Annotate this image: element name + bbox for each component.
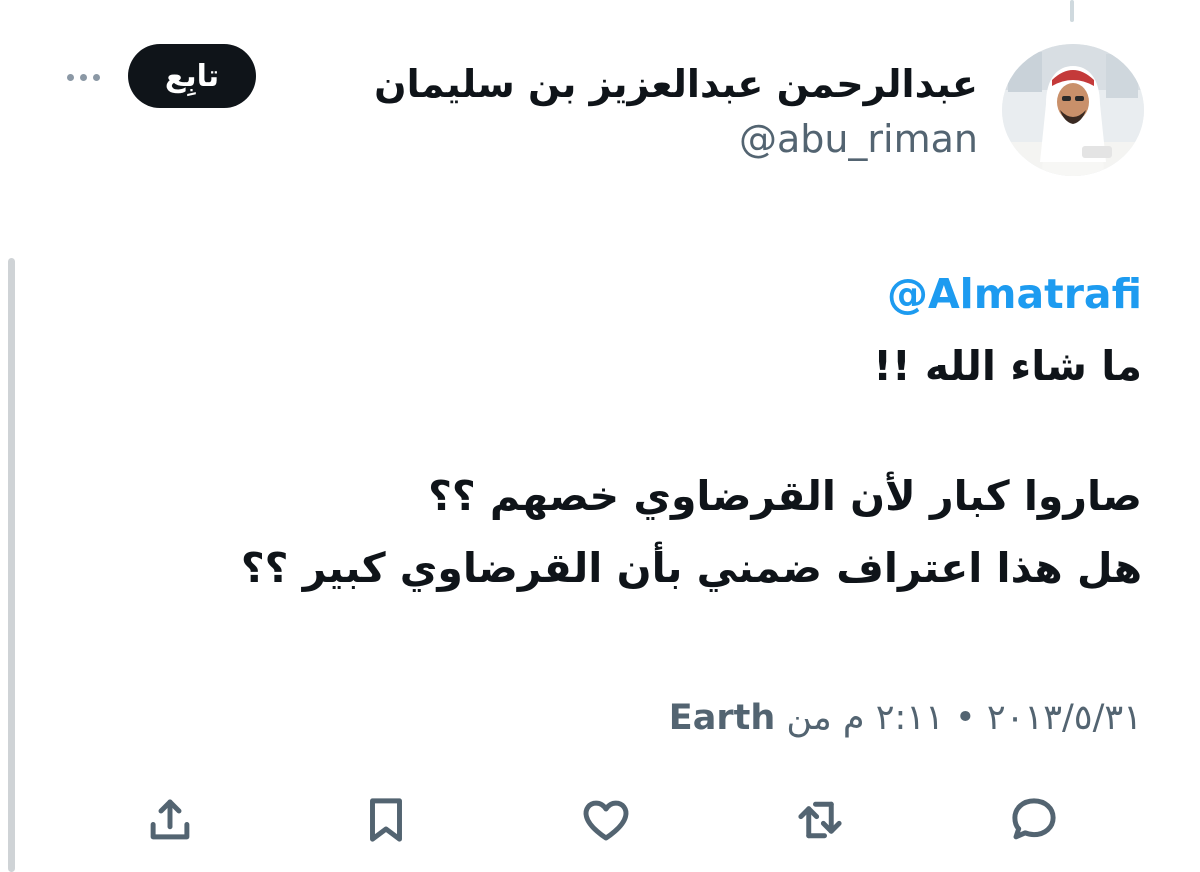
tweet-meta: ٢٠١٣/٥/٣١ • ٢:١١ م من Earth <box>669 690 1142 746</box>
tweet-line: هل هذا اعتراف ضمني بأن القرضاوي كبير ؟؟ <box>240 544 1142 592</box>
share-button[interactable] <box>140 790 200 850</box>
bookmark-icon <box>370 798 402 842</box>
mention-link[interactable]: @Almatrafi <box>42 258 1142 330</box>
reply-icon <box>1012 798 1056 840</box>
more-dot <box>79 73 87 81</box>
tweet-actions <box>0 780 1200 856</box>
retweet-button[interactable] <box>790 790 850 850</box>
more-dot <box>92 73 100 81</box>
avatar[interactable] <box>1002 44 1144 176</box>
like-icon <box>583 800 629 841</box>
like-button[interactable] <box>576 790 636 850</box>
thread-connector-line <box>1070 0 1074 22</box>
bookmark-button[interactable] <box>356 790 416 850</box>
avatar-photo <box>1002 44 1144 176</box>
tweet-timestamp[interactable]: ٢٠١٣/٥/٣١ • ٢:١١ م <box>843 698 1142 738</box>
user-handle[interactable]: @abu_riman <box>739 112 978 166</box>
share-icon <box>150 799 190 840</box>
follow-button[interactable]: تابِع <box>128 44 256 108</box>
retweet-icon <box>798 801 842 839</box>
reply-button[interactable] <box>1004 790 1064 850</box>
more-dot <box>66 73 74 81</box>
tweet-source: Earth <box>668 698 776 738</box>
display-name[interactable]: عبدالرحمن عبدالعزيز بن سليمان <box>374 54 978 114</box>
tweet-line-break <box>42 402 1142 460</box>
tweet-line: ما شاء الله !! <box>873 342 1142 390</box>
source-prefix: من <box>786 698 832 738</box>
tweet-line: صاروا كبار لأن القرضاوي خصهم ؟؟ <box>428 472 1142 520</box>
more-options-icon[interactable] <box>58 60 108 94</box>
tweet-text: @Almatrafi ما شاء الله !! صاروا كبار لأن… <box>42 258 1142 604</box>
